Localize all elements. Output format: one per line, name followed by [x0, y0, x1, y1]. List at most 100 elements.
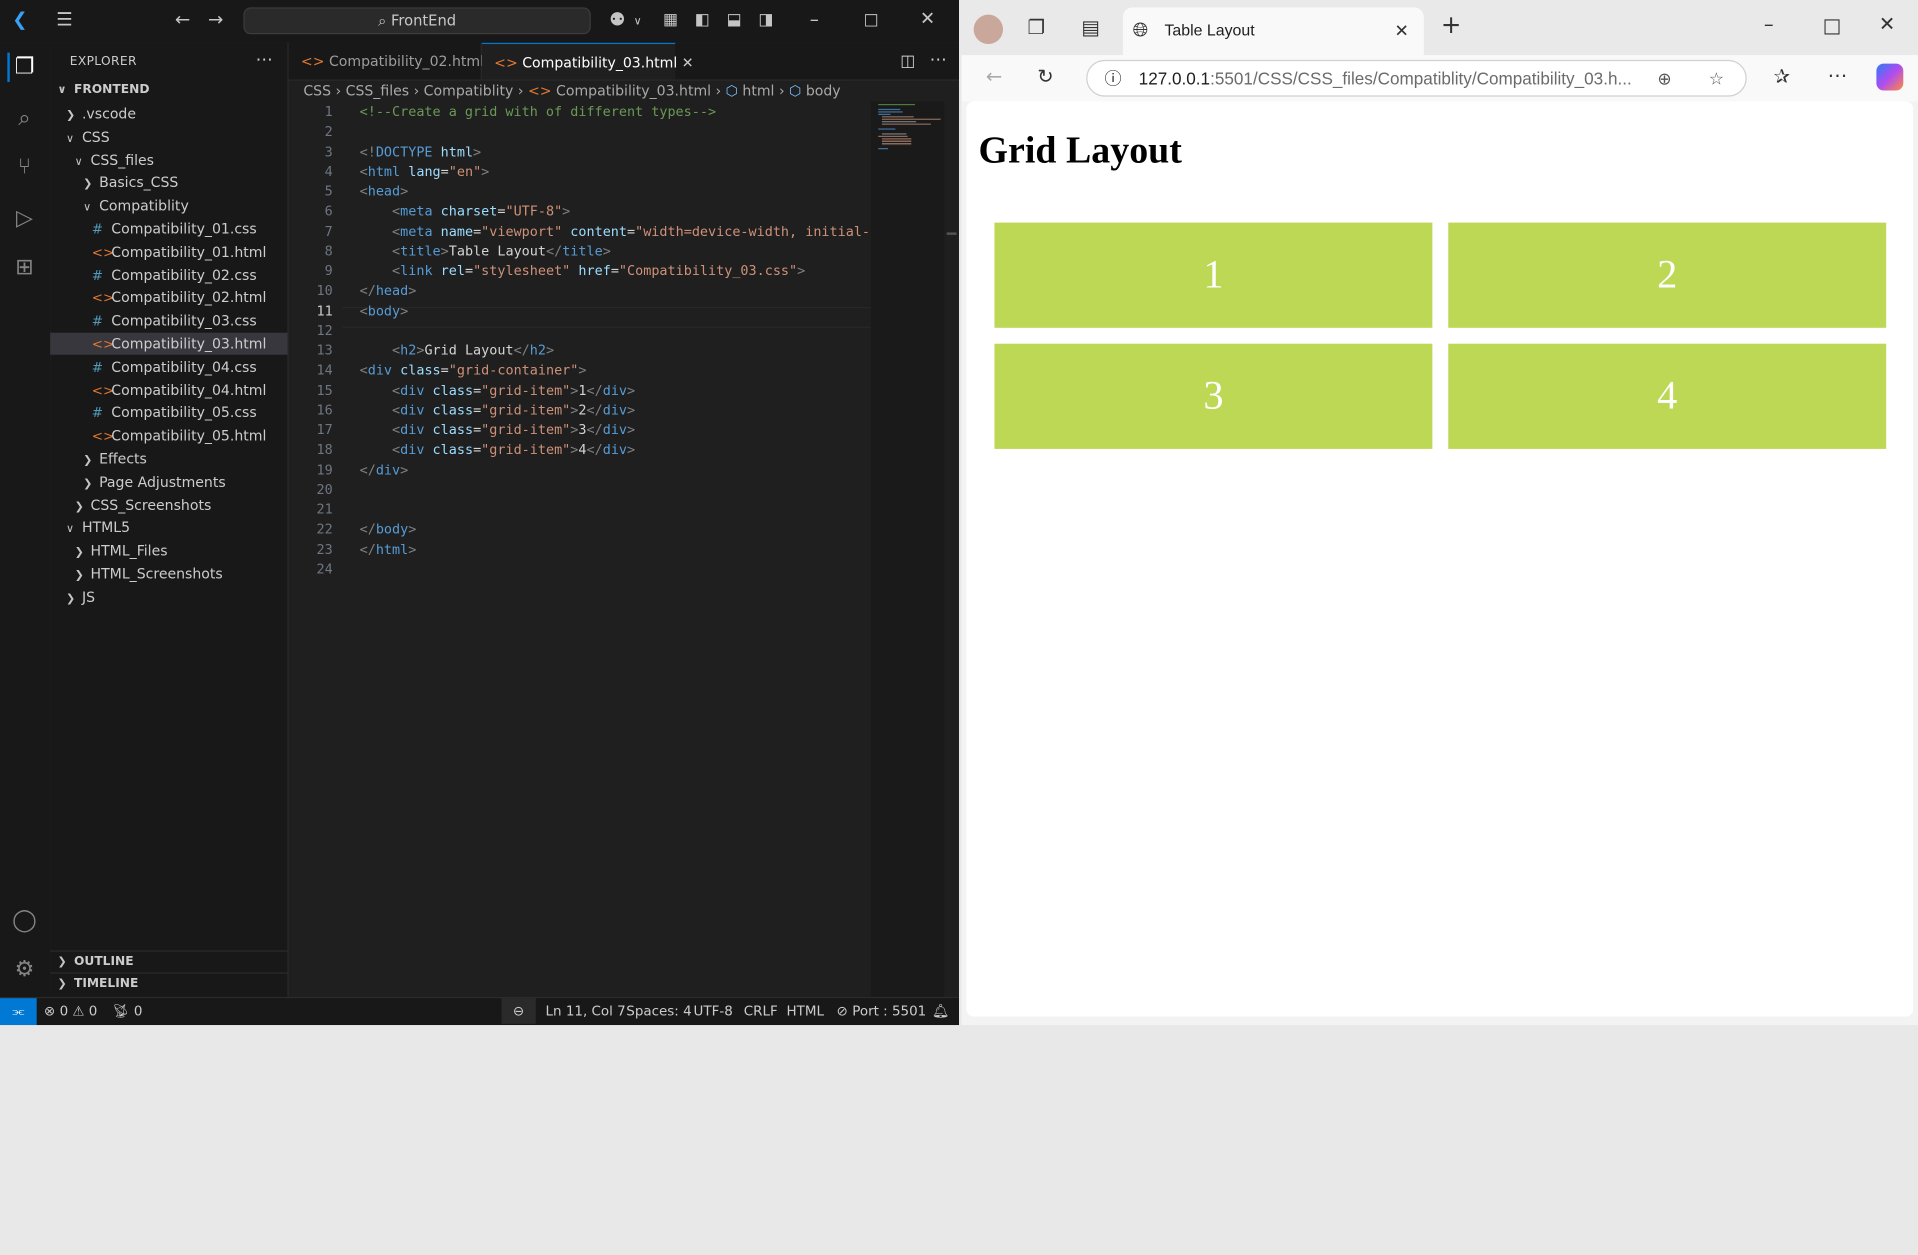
explorer-icon[interactable]: ❐: [7, 52, 39, 82]
breadcrumb-item[interactable]: CSS: [303, 82, 331, 99]
page-heading: Grid Layout: [978, 128, 1182, 172]
minimize-icon[interactable]: –: [810, 10, 819, 29]
root-folder[interactable]: ∨ FRONTEND: [50, 80, 287, 102]
address-bar[interactable]: ⓘ 127.0.0.1:5501/CSS/CSS_files/Compatibl…: [1086, 59, 1747, 97]
settings-more-icon[interactable]: ⋯: [1827, 65, 1847, 86]
tree-folder[interactable]: ∨ HTML5: [50, 517, 287, 539]
tree-folder[interactable]: ❯ Page Adjustments: [50, 471, 287, 493]
copilot-icon[interactable]: ⚉: [609, 10, 625, 29]
line-number: 18: [316, 441, 333, 458]
extensions-icon[interactable]: ⊞: [10, 253, 39, 282]
code-line: <head>: [359, 183, 409, 200]
tree-folder[interactable]: ❯ Basics_CSS: [50, 172, 287, 194]
maximize-icon[interactable]: □: [1823, 15, 1842, 36]
tree-folder[interactable]: ∨ CSS_files: [50, 149, 287, 171]
port-icon: ⊘: [836, 1003, 848, 1019]
line-ending[interactable]: CRLF: [744, 998, 778, 1024]
tree-file[interactable]: <>Compatibility_03.html: [50, 332, 288, 355]
tree-item-label: Compatibility_02.css: [111, 266, 257, 284]
tree-file[interactable]: <>Compatibility_04.html: [50, 379, 287, 401]
minimap[interactable]: [870, 101, 945, 997]
browser-tab-active[interactable]: 🌐︎ Table Layout ✕: [1122, 7, 1424, 56]
ports-indicator[interactable]: 📡︎ 0: [113, 998, 143, 1024]
breadcrumb-item[interactable]: body: [806, 82, 841, 99]
close-tab-icon[interactable]: ✕: [1394, 22, 1408, 42]
zoom-icon[interactable]: ⊖: [501, 998, 536, 1024]
tree-folder[interactable]: ❯ HTML_Screenshots: [50, 563, 287, 585]
chevron-down-icon[interactable]: ∨: [634, 13, 642, 31]
tree-folder[interactable]: ∨ CSS: [50, 126, 287, 148]
zoom-icon[interactable]: ⊕: [1657, 61, 1671, 95]
chevron-right-icon: ❯: [66, 593, 76, 606]
refresh-icon[interactable]: ↻: [1037, 67, 1053, 87]
breadcrumb-item[interactable]: CSS_files: [346, 82, 409, 99]
forward-arrow-icon[interactable]: →: [208, 10, 223, 29]
tree-folder[interactable]: ❯ CSS_Screenshots: [50, 494, 287, 516]
tree-folder[interactable]: ❯ Effects: [50, 448, 287, 470]
maximize-icon[interactable]: □: [864, 11, 879, 29]
breadcrumb-item[interactable]: Compatiblity: [424, 82, 514, 99]
more-actions-icon[interactable]: ⋯: [930, 50, 947, 70]
manage-gear-icon[interactable]: ⚙: [10, 955, 39, 984]
tree-file[interactable]: <>Compatibility_01.html: [50, 241, 287, 263]
back-arrow-icon[interactable]: ←: [175, 10, 190, 29]
favorite-star-icon[interactable]: ☆: [1709, 61, 1724, 95]
indentation[interactable]: Spaces: 4: [626, 998, 691, 1024]
menu-icon[interactable]: ☰: [56, 10, 72, 29]
outline-section[interactable]: ❯ OUTLINE: [50, 950, 288, 973]
accounts-icon[interactable]: ◯: [10, 906, 39, 935]
back-arrow-icon[interactable]: ←: [986, 67, 1002, 87]
workspaces-icon[interactable]: ❐: [1027, 18, 1045, 38]
tree-file[interactable]: # Compatibility_04.css: [50, 356, 287, 378]
tree-folder[interactable]: ❯ JS: [50, 586, 287, 608]
site-info-icon[interactable]: ⓘ: [1105, 68, 1122, 88]
tree-file[interactable]: # Compatibility_05.css: [50, 402, 287, 424]
breadcrumb-item[interactable]: Compatibility_03.html: [556, 82, 711, 99]
split-editor-icon[interactable]: ◫: [900, 53, 915, 71]
tree-folder[interactable]: ❯ .vscode: [50, 103, 287, 125]
customize-layout-icon[interactable]: ▦: [663, 11, 678, 29]
breadcrumb-item[interactable]: html: [742, 82, 774, 99]
css-file-icon: #: [91, 313, 104, 330]
close-window-icon[interactable]: ✕: [920, 9, 935, 28]
notifications-icon[interactable]: 🔔︎: [932, 998, 949, 1024]
source-control-icon[interactable]: ⑂: [10, 153, 39, 182]
favorites-icon[interactable]: ✰: [1774, 67, 1790, 87]
toggle-panel-icon[interactable]: ⬓: [727, 11, 742, 29]
minimize-icon[interactable]: –: [1764, 14, 1774, 35]
tree-file[interactable]: <>Compatibility_02.html: [50, 287, 287, 309]
run-debug-icon[interactable]: ▷: [10, 204, 39, 233]
encoding[interactable]: UTF-8: [694, 998, 733, 1024]
root-folder-label: FRONTEND: [73, 83, 150, 97]
code-line: </head>: [359, 282, 417, 299]
toggle-primary-sidebar-icon[interactable]: ◧: [695, 11, 710, 29]
live-server-port[interactable]: ⊘ Port : 5501: [837, 998, 927, 1024]
close-tab-icon[interactable]: ✕: [682, 54, 694, 71]
command-center-search[interactable]: ⌕ FrontEnd: [243, 7, 591, 35]
new-tab-icon[interactable]: +: [1441, 12, 1462, 36]
code-editor[interactable]: 1 <!--Create a grid with of different typ…: [289, 102, 879, 997]
profile-avatar[interactable]: [973, 14, 1004, 45]
tab-compatibility-02[interactable]: <> Compatibility_02.html: [288, 42, 484, 80]
more-actions-icon[interactable]: ⋯: [256, 50, 273, 70]
problems-indicator[interactable]: ⊗ 0 ⚠ 0: [44, 998, 97, 1024]
close-window-icon[interactable]: ✕: [1879, 14, 1895, 35]
html-file-icon: <>: [300, 52, 329, 70]
tree-file[interactable]: # Compatibility_02.css: [50, 264, 287, 286]
remote-indicator-icon[interactable]: ⫘: [0, 998, 37, 1026]
cursor-position[interactable]: Ln 11, Col 7: [546, 998, 626, 1024]
tree-file[interactable]: <>Compatibility_05.html: [50, 425, 287, 447]
tree-item-label: HTML5: [81, 519, 131, 537]
tree-folder[interactable]: ❯ HTML_Files: [50, 540, 287, 562]
copilot-icon[interactable]: [1876, 63, 1904, 91]
toggle-secondary-sidebar-icon[interactable]: ◨: [758, 11, 773, 29]
vertical-tabs-icon[interactable]: ▤: [1081, 18, 1100, 38]
tab-compatibility-03[interactable]: <> Compatibility_03.html ✕: [481, 42, 694, 80]
language-mode[interactable]: HTML: [787, 998, 824, 1024]
vscode-logo-icon: ❮: [12, 8, 28, 31]
tree-file[interactable]: # Compatibility_01.css: [50, 218, 287, 240]
tree-folder[interactable]: ∨ Compatiblity: [50, 195, 287, 217]
tree-file[interactable]: # Compatibility_03.css: [50, 310, 287, 332]
search-view-icon[interactable]: ⌕: [10, 104, 39, 133]
timeline-section[interactable]: ❯ TIMELINE: [50, 972, 288, 995]
